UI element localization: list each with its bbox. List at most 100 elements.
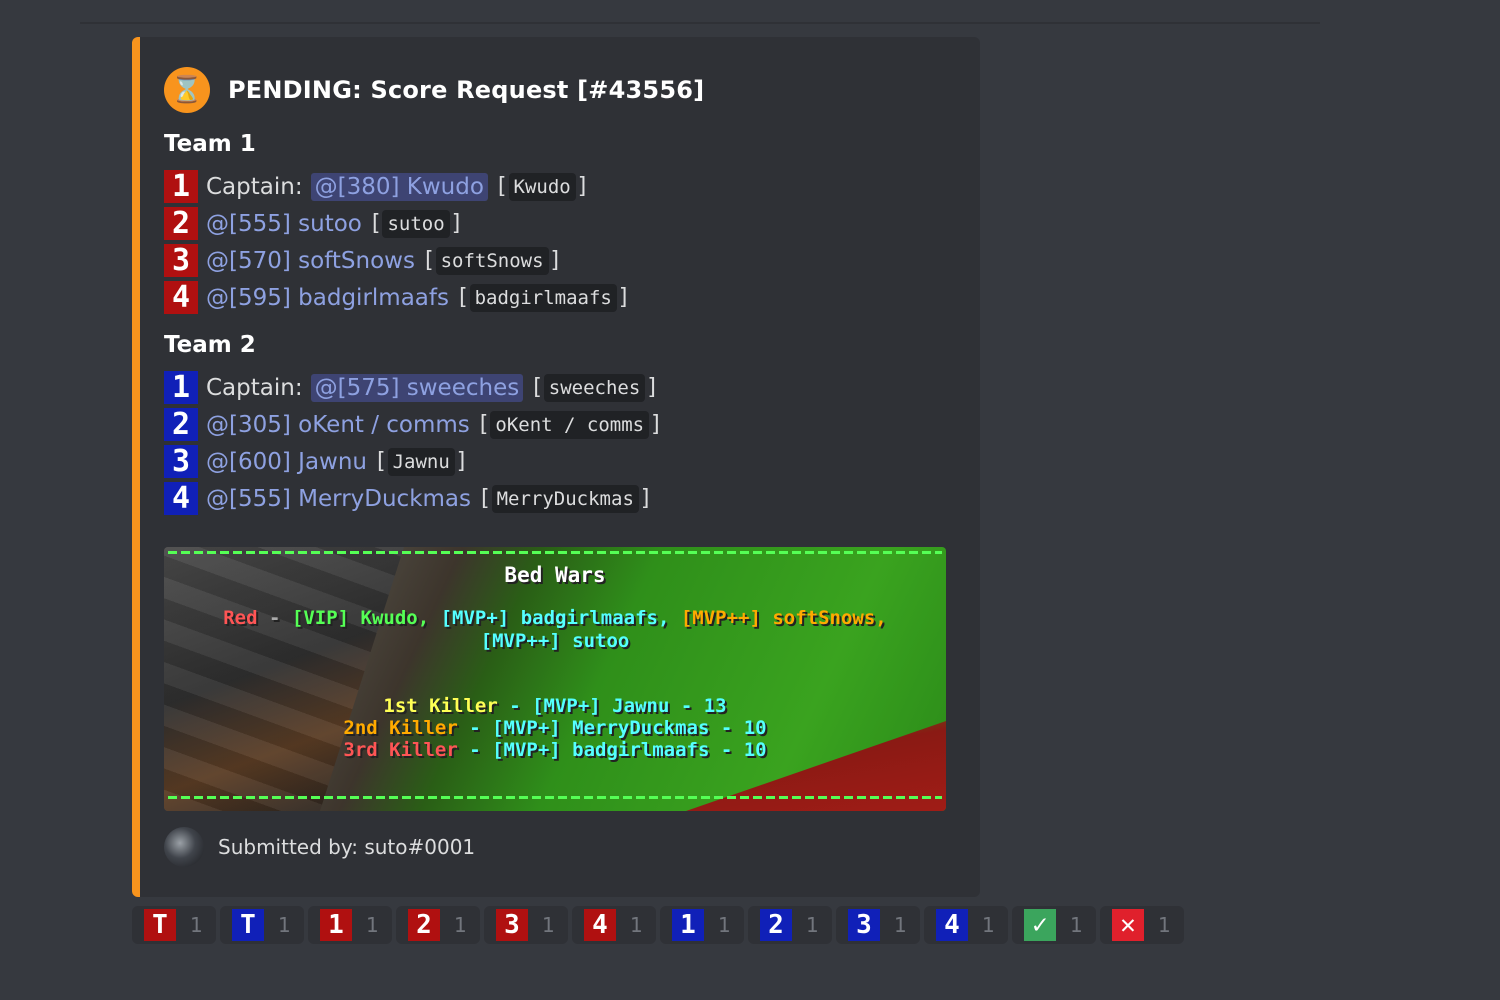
bracket-close: ] xyxy=(640,486,650,511)
captain-label: Captain: xyxy=(206,173,303,200)
number-4-red-icon: 4 xyxy=(584,909,616,941)
number-3-red-icon: 3 xyxy=(496,909,528,941)
team-name: Red xyxy=(223,607,258,629)
reaction-red-1[interactable]: 1 1 xyxy=(308,906,392,944)
team-1-title: Team 1 xyxy=(164,131,256,157)
reaction-deny[interactable]: ✕ 1 xyxy=(1100,906,1184,944)
reaction-count: 1 xyxy=(542,913,555,937)
reaction-count: 1 xyxy=(982,913,995,937)
reaction-red-2[interactable]: 2 1 xyxy=(396,906,480,944)
player-name: sutoo xyxy=(560,630,630,652)
bracket-open: [ xyxy=(481,486,490,511)
separator: - xyxy=(257,607,292,629)
reaction-team-2[interactable]: T 1 xyxy=(220,906,304,944)
team-2-player-row: 3 @[600] Jawnu [Jawnu] xyxy=(164,443,660,480)
number-1-icon: 1 xyxy=(164,169,198,204)
number-4-icon: 4 xyxy=(164,481,198,516)
killer-details: - [MVP+] Jawnu - 13 xyxy=(497,695,727,717)
reaction-count: 1 xyxy=(630,913,643,937)
embed-title: PENDING: Score Request [#43556] xyxy=(228,76,705,104)
player-name: Kwudo, xyxy=(349,607,441,629)
reaction-count: 1 xyxy=(366,913,379,937)
bracket-close: ] xyxy=(451,211,461,236)
user-mention[interactable]: @[305] oKent / comms xyxy=(206,411,470,439)
bracket-close: ] xyxy=(651,412,660,437)
embed-footer: Submitted by: suto#0001 xyxy=(164,827,475,867)
bracket-close: ] xyxy=(647,375,656,400)
number-1-blue-icon: 1 xyxy=(672,909,704,941)
reaction-red-4[interactable]: 4 1 xyxy=(572,906,656,944)
embed-header: ⌛ PENDING: Score Request [#43556] xyxy=(164,67,704,113)
team-2-player-row: 1 Captain: @[575] sweeches [sweeches] xyxy=(164,369,660,406)
reaction-count: 1 xyxy=(894,913,907,937)
killer-label: 2nd Killer xyxy=(343,717,458,739)
reaction-approve[interactable]: ✓ 1 xyxy=(1012,906,1096,944)
reaction-blue-3[interactable]: 3 1 xyxy=(836,906,920,944)
rank-tag: [MVP++] xyxy=(480,630,561,652)
bracket-open: [ xyxy=(479,412,489,437)
game-result-screenshot[interactable]: Bed Wars Red - [VIP] Kwudo, [MVP+] badgi… xyxy=(164,547,946,811)
team-1-player-row: 1 Captain: @[380] Kwudo [Kwudo] xyxy=(164,168,627,205)
team-2-player-row: 4 @[555] MerryDuckmas [MerryDuckmas] xyxy=(164,480,660,517)
bracket-close: ] xyxy=(618,285,628,310)
number-4-blue-icon: 4 xyxy=(936,909,968,941)
reaction-blue-4[interactable]: 4 1 xyxy=(924,906,1008,944)
reaction-team-1[interactable]: T 1 xyxy=(132,906,216,944)
submitted-by-text: Submitted by: suto#0001 xyxy=(218,835,476,859)
check-mark-icon: ✓ xyxy=(1024,909,1056,941)
number-3-blue-icon: 3 xyxy=(848,909,880,941)
game-title: Bed Wars xyxy=(504,563,606,587)
reaction-count: 1 xyxy=(1070,913,1083,937)
reaction-count: 1 xyxy=(806,913,819,937)
reaction-blue-2[interactable]: 2 1 xyxy=(748,906,832,944)
user-mention[interactable]: @[595] badgirlmaafs xyxy=(206,284,449,312)
bracket-open: [ xyxy=(424,248,434,273)
scoreboard-bottom-line xyxy=(168,796,942,799)
user-mention[interactable]: @[555] sutoo xyxy=(206,210,362,238)
bracket-open: [ xyxy=(377,449,386,474)
score-request-embed: ⌛ PENDING: Score Request [#43556] Team 1… xyxy=(132,37,980,897)
letter-t-red-icon: T xyxy=(144,909,176,941)
killer-label: 1st Killer xyxy=(383,695,498,717)
killer-label: 3rd Killer xyxy=(343,739,458,761)
ign-code: Kwudo xyxy=(508,172,576,201)
bracket-close: ] xyxy=(550,248,560,273)
number-3-icon: 3 xyxy=(164,444,198,479)
user-mention[interactable]: @[570] softSnows xyxy=(206,247,415,275)
avatar[interactable] xyxy=(164,827,204,867)
ign-code: badgirlmaafs xyxy=(469,283,617,312)
captain-label: Captain: xyxy=(206,374,303,401)
reaction-blue-1[interactable]: 1 1 xyxy=(660,906,744,944)
message-divider xyxy=(80,22,1320,24)
ign-code: Jawnu xyxy=(387,447,455,476)
team-1-player-row: 3 @[570] softSnows [softSnows] xyxy=(164,242,627,279)
scoreboard-top-line xyxy=(168,551,942,554)
ign-code: oKent / comms xyxy=(490,410,650,439)
winning-team-line-2: [MVP++] sutoo xyxy=(164,630,946,652)
bracket-close: ] xyxy=(456,449,466,474)
letter-t-blue-icon: T xyxy=(232,909,264,941)
player-name: softSnows, xyxy=(760,607,887,629)
user-mention[interactable]: @[600] Jawnu xyxy=(206,448,367,476)
bracket-open: [ xyxy=(497,174,507,199)
number-4-icon: 4 xyxy=(164,280,198,315)
user-mention[interactable]: @[555] MerryDuckmas xyxy=(206,485,471,513)
bracket-open: [ xyxy=(533,375,542,400)
number-2-blue-icon: 2 xyxy=(760,909,792,941)
user-mention[interactable]: @[575] sweeches xyxy=(310,373,524,402)
rank-tag: [MVP++] xyxy=(680,607,761,629)
reaction-red-3[interactable]: 3 1 xyxy=(484,906,568,944)
rank-tag: [VIP] xyxy=(291,607,350,629)
winning-team-line: Red - [VIP] Kwudo, [MVP+] badgirlmaafs, … xyxy=(164,607,946,629)
team-1-player-row: 2 @[555] sutoo [sutoo] xyxy=(164,205,627,242)
killer-details: - [MVP+] MerryDuckmas - 10 xyxy=(457,717,767,739)
ign-code: sweeches xyxy=(543,373,646,402)
number-2-red-icon: 2 xyxy=(408,909,440,941)
ign-code: sutoo xyxy=(382,209,450,238)
cross-mark-icon: ✕ xyxy=(1112,909,1144,941)
bracket-open: [ xyxy=(371,211,381,236)
user-mention[interactable]: @[380] Kwudo xyxy=(310,172,488,201)
reaction-count: 1 xyxy=(1158,913,1171,937)
hourglass-icon: ⌛ xyxy=(164,67,210,113)
reaction-count: 1 xyxy=(454,913,467,937)
